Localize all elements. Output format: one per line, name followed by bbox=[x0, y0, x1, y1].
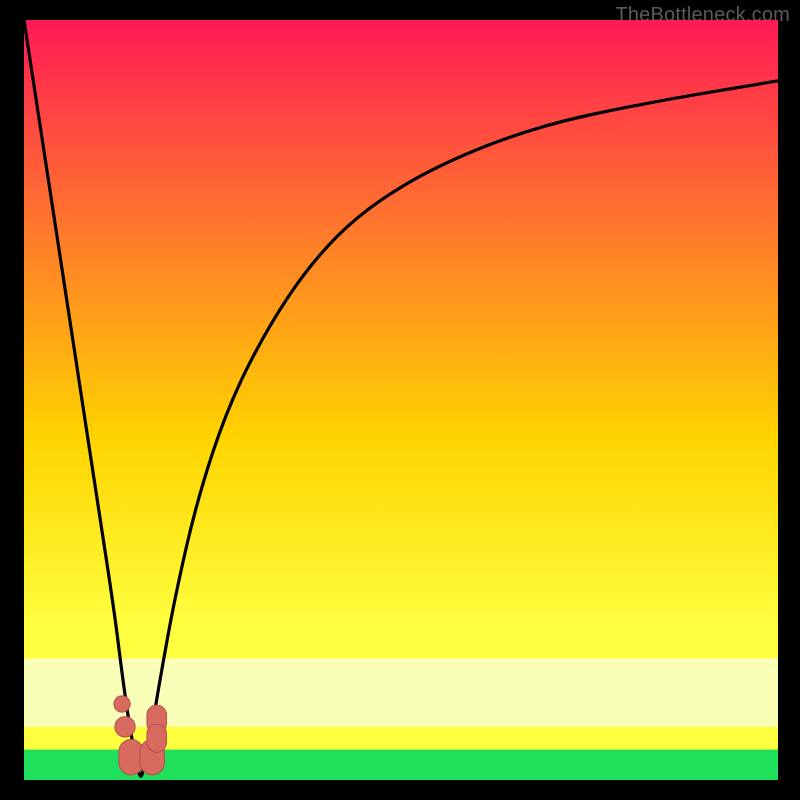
bottleneck-chart bbox=[24, 20, 778, 780]
marker-right-pill-bot bbox=[147, 724, 167, 752]
marker-left-dot-lower bbox=[115, 717, 135, 737]
chart-frame bbox=[24, 20, 778, 780]
pale-band bbox=[24, 658, 778, 726]
marker-left-dot-upper bbox=[114, 696, 130, 712]
